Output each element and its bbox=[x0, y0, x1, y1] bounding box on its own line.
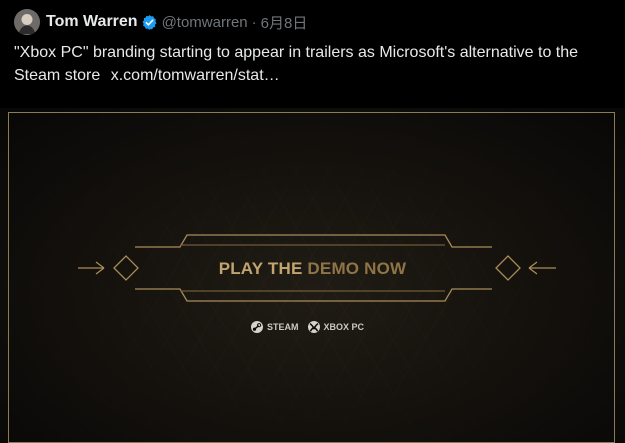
platform-logos: STEAM XBOX PC bbox=[250, 319, 395, 335]
verified-badge-icon bbox=[141, 14, 158, 31]
left-diamond-ornament bbox=[113, 255, 139, 281]
tweet-media[interactable]: PLAY THE DEMO NOW STEAM XBOX PC bbox=[0, 108, 625, 443]
tweet-header: Tom Warren @tomwarren · 6月8日 bbox=[14, 9, 308, 35]
right-diamond-ornament bbox=[495, 255, 521, 281]
play-the-text: PLAY THE bbox=[218, 259, 303, 278]
xbox-platform: XBOX PC bbox=[307, 320, 365, 334]
avatar[interactable] bbox=[14, 9, 40, 35]
author-name[interactable]: Tom Warren bbox=[46, 13, 138, 31]
play-demo-text: PLAY THE DEMO NOW bbox=[196, 259, 429, 279]
steam-platform: STEAM bbox=[250, 320, 299, 334]
tweet-link[interactable]: x.com/tomwarren/stat… bbox=[111, 67, 280, 84]
author-handle[interactable]: @tomwarren bbox=[162, 14, 248, 31]
demo-now-text: DEMO NOW bbox=[307, 259, 407, 278]
left-arrow-ornament bbox=[78, 261, 105, 275]
tweet-text: "Xbox PC" branding starting to appear in… bbox=[14, 41, 614, 87]
tweet-card[interactable]: Tom Warren @tomwarren · 6月8日 "Xbox PC" b… bbox=[0, 0, 625, 443]
xbox-label: XBOX PC bbox=[323, 322, 365, 332]
steam-label: STEAM bbox=[267, 322, 299, 332]
right-arrow-ornament bbox=[528, 261, 556, 275]
tweet-body: "Xbox PC" branding starting to appear in… bbox=[14, 44, 579, 84]
xbox-logo-icon bbox=[307, 320, 321, 334]
separator-dot: · bbox=[251, 13, 257, 31]
steam-logo-icon bbox=[250, 320, 264, 334]
tweet-date[interactable]: 6月8日 bbox=[261, 12, 308, 33]
